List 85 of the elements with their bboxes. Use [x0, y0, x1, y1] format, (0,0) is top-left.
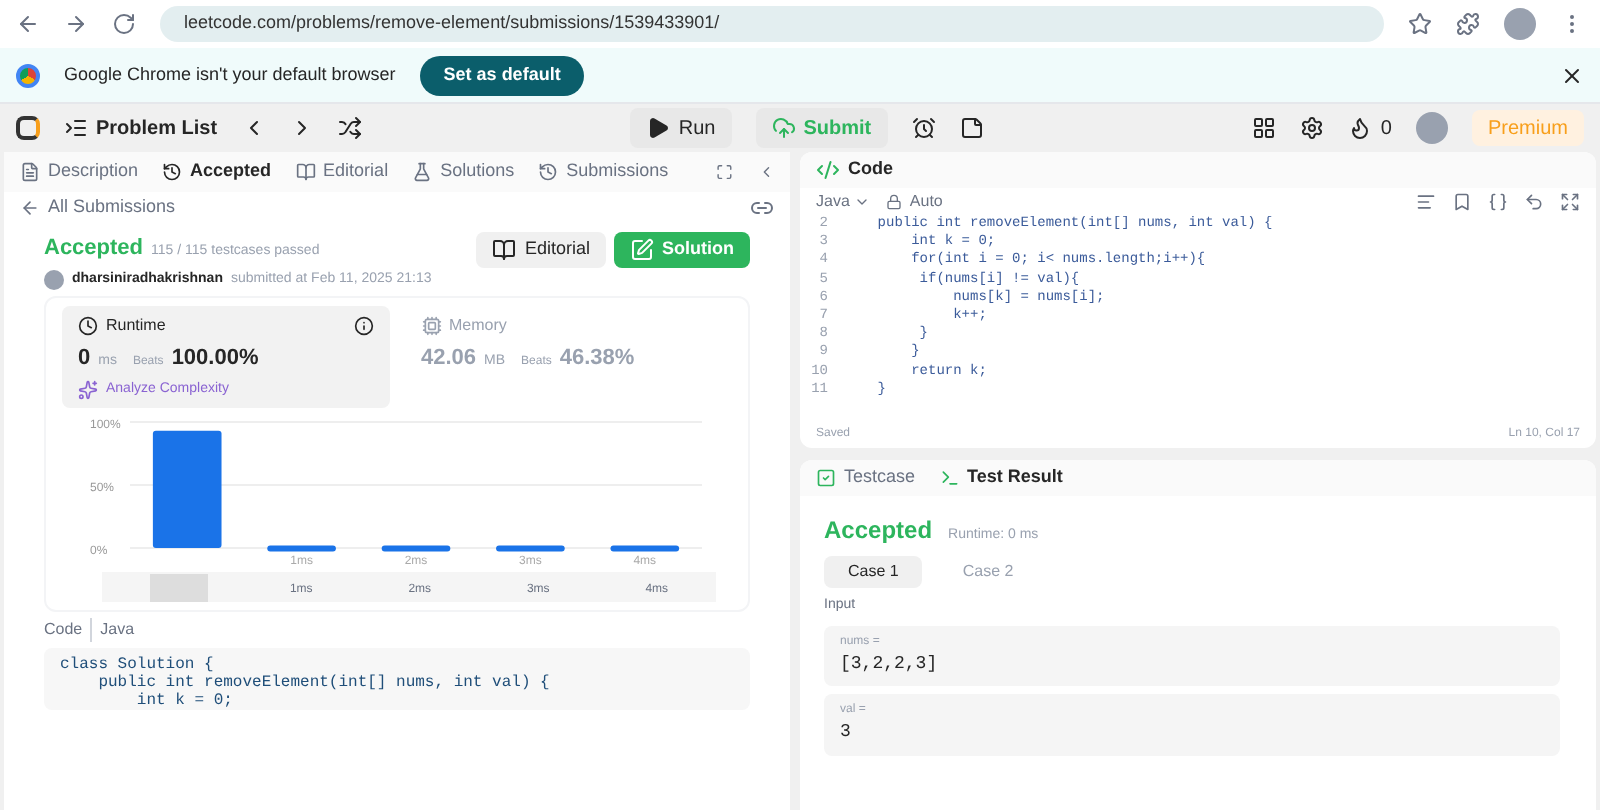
solution-button[interactable]: Solution [614, 232, 750, 268]
address-bar[interactable]: leetcode.com/problems/remove-element/submissions/1539433901/ [160, 6, 1384, 42]
result-tab[interactable]: Test Result [939, 464, 1063, 492]
editorial-button[interactable]: Editorial [476, 232, 606, 268]
checkbox-icon [816, 468, 836, 488]
link-icon[interactable] [750, 196, 774, 220]
language-label: Java [90, 618, 135, 642]
panel-tab[interactable]: Submissions [538, 158, 669, 186]
code-line: public int removeElement(int[] nums, int val) { [96, 674, 552, 692]
chart-bar [267, 545, 336, 552]
play-icon [646, 116, 671, 140]
star-icon[interactable] [1408, 12, 1432, 36]
submission-status: Accepted [44, 234, 144, 264]
lock-icon [885, 194, 902, 210]
all-submissions-link[interactable]: All Submissions [20, 194, 176, 222]
result-tab[interactable]: Testcase [816, 464, 916, 492]
back-icon[interactable] [16, 12, 40, 36]
chevron-down-icon [853, 194, 870, 210]
braces-icon[interactable] [1488, 192, 1508, 212]
problem-list-button[interactable]: Problem List [64, 113, 218, 143]
chart-bar [610, 545, 680, 552]
chart-bar [381, 545, 451, 552]
expand-icon[interactable] [1560, 192, 1580, 212]
book-icon [492, 238, 517, 262]
language-select[interactable]: Java [816, 190, 870, 214]
reload-icon[interactable] [112, 12, 136, 36]
range-handle[interactable] [150, 574, 208, 602]
avatar-icon [1504, 8, 1536, 40]
metric-value: 0 [78, 344, 91, 374]
avatar-icon [1415, 112, 1448, 144]
tab-icon [20, 162, 40, 182]
panel-title: Code [848, 156, 893, 183]
flame-icon [1348, 116, 1373, 140]
chart-bar [496, 545, 565, 552]
infobar-message: Google Chrome isn't your default browser [64, 61, 396, 88]
settings-icon[interactable] [1300, 116, 1325, 140]
chart-bar [152, 430, 222, 548]
input-value: [3,2,2,3] [840, 651, 940, 677]
bookmark-icon[interactable] [1452, 192, 1472, 212]
streak-count: 0 [1380, 115, 1392, 143]
sparkle-icon [78, 379, 98, 400]
metric-label: Memory [449, 314, 507, 338]
back-arrow-icon [20, 198, 40, 218]
shuffle-icon[interactable] [337, 116, 362, 140]
undo-icon[interactable] [1524, 192, 1544, 212]
result-status: Accepted [824, 514, 933, 548]
code-line: class Solution { [60, 656, 216, 674]
forward-icon[interactable] [64, 12, 88, 36]
code-icon [816, 158, 840, 182]
panel-tab[interactable]: Solutions [412, 158, 515, 186]
logo-icon[interactable] [16, 116, 40, 140]
format-icon[interactable] [1416, 192, 1436, 212]
beats-value: 100.00% [171, 344, 259, 374]
case-tab[interactable]: Case 1 [824, 556, 923, 588]
tab-icon [412, 162, 433, 182]
metric-label: Runtime [106, 314, 166, 338]
clock-icon [78, 316, 98, 336]
code-line: int k = 0; [134, 692, 235, 710]
tab-icon [538, 162, 559, 182]
run-button[interactable]: Run [630, 108, 732, 148]
info-icon [353, 316, 373, 336]
avatar-icon [44, 269, 64, 290]
metric-value: 42.06 [421, 344, 477, 374]
set-default-button[interactable]: Set as default [419, 55, 585, 95]
beats-value: 46.38% [559, 344, 635, 374]
code-label: Code [44, 618, 83, 642]
tab-icon [162, 162, 183, 182]
maximize-icon[interactable] [716, 160, 734, 184]
mode-label: Auto [909, 190, 943, 214]
list-icon [64, 116, 88, 140]
tab-icon [295, 162, 316, 182]
case-tab[interactable]: Case 2 [938, 556, 1038, 588]
alarm-icon[interactable] [911, 116, 936, 140]
panel-tab[interactable]: Description [20, 158, 139, 186]
layout-icon[interactable] [1252, 116, 1277, 140]
panel-tab[interactable]: Editorial [295, 158, 389, 186]
input-value: 3 [840, 720, 853, 746]
note-icon[interactable] [959, 116, 984, 140]
edit-icon [630, 238, 654, 262]
panel-tab[interactable]: Accepted [162, 158, 272, 186]
puzzle-icon[interactable] [1456, 12, 1480, 36]
close-icon[interactable] [1560, 63, 1584, 87]
cloud-upload-icon [771, 116, 796, 140]
chip-icon [421, 316, 441, 336]
terminal-icon [939, 468, 960, 488]
